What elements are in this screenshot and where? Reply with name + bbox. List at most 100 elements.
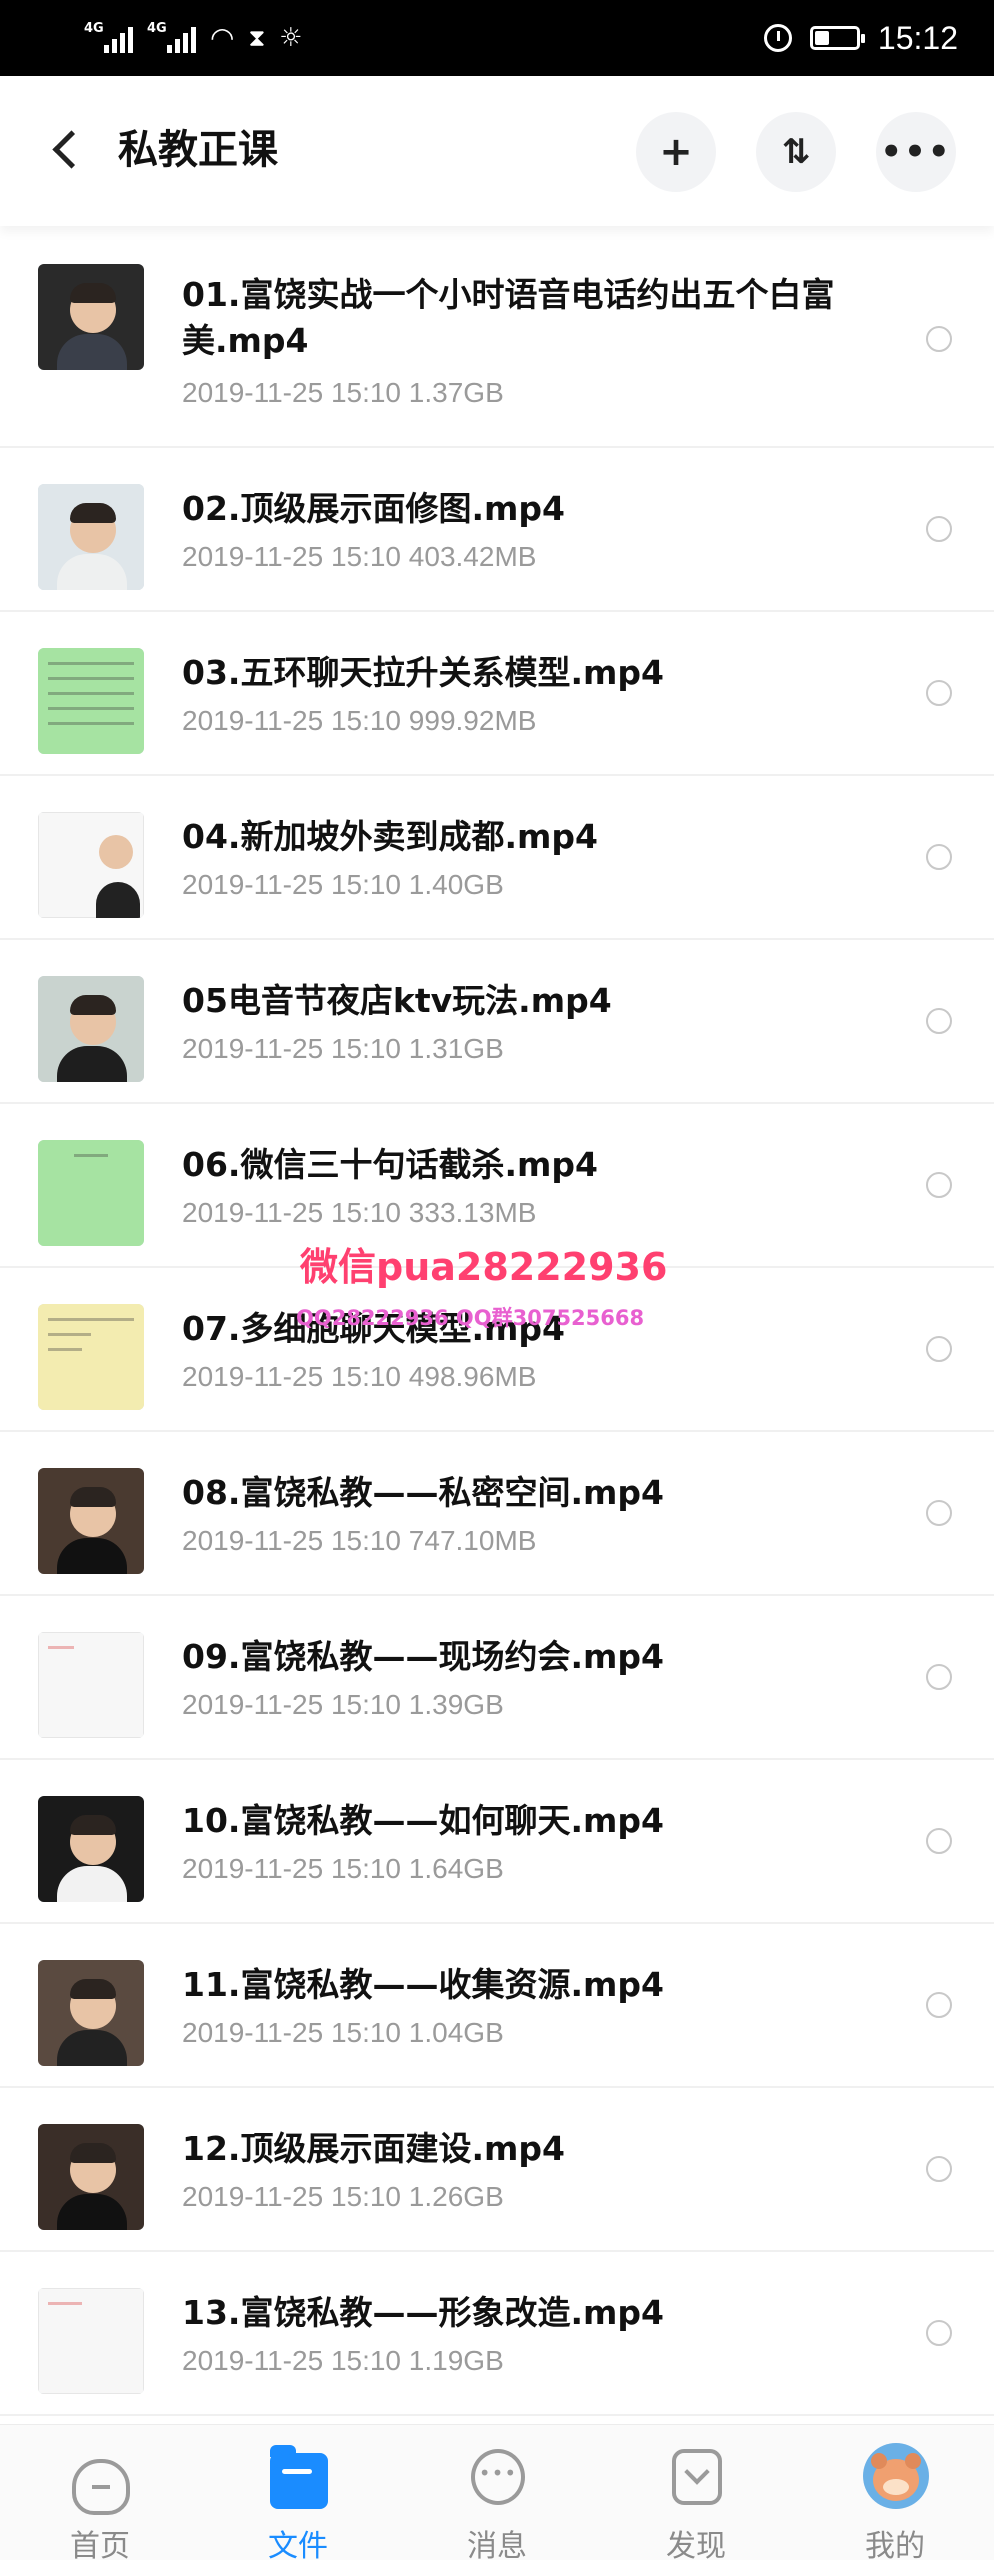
tab-profile[interactable]: 我的 [825, 2425, 965, 2560]
video-thumbnail [38, 1632, 144, 1738]
folder-icon [270, 2445, 328, 2509]
list-item[interactable]: 11.富饶私教——收集资源.mp4 2019-11-25 15:10 1.04G… [0, 1924, 994, 2088]
select-radio[interactable] [926, 2320, 952, 2346]
file-meta: 2019-11-25 15:10 1.64GB [182, 1853, 504, 1884]
video-thumbnail [38, 976, 144, 1082]
file-meta: 2019-11-25 15:10 1.39GB [182, 1689, 504, 1720]
signal-icon: 4G [147, 21, 196, 53]
file-meta: 2019-11-25 15:10 333.13MB [182, 1197, 537, 1228]
video-thumbnail [38, 812, 144, 918]
select-radio[interactable] [926, 1828, 952, 1854]
tab-label: 我的 [865, 2529, 925, 2560]
file-meta: 2019-11-25 15:10 498.96MB [182, 1361, 537, 1392]
page-title: 私教正课 [118, 127, 278, 173]
sort-icon: ⇅ [781, 132, 811, 172]
file-meta: 2019-11-25 15:10 1.37GB [182, 377, 504, 408]
list-item[interactable]: 01.富饶实战一个小时语音电话约出五个白富美.mp4 2019-11-25 15… [0, 230, 994, 448]
video-thumbnail [38, 1304, 144, 1410]
file-name: 08.富饶私教——私密空间.mp4 [182, 1473, 664, 1512]
list-item[interactable]: 13.富饶私教——形象改造.mp4 2019-11-25 15:10 1.19G… [0, 2252, 994, 2416]
list-item[interactable]: 08.富饶私教——私密空间.mp4 2019-11-25 15:10 747.1… [0, 1432, 994, 1596]
video-thumbnail [38, 484, 144, 590]
tab-label: 文件 [268, 2529, 328, 2560]
video-thumbnail [38, 2124, 144, 2230]
discover-icon [672, 2449, 722, 2505]
file-name: 06.微信三十句话截杀.mp4 [182, 1145, 598, 1184]
video-thumbnail [38, 1960, 144, 2066]
network-type-label: 4G [147, 21, 167, 36]
list-item[interactable]: 03.五环聊天拉升关系模型.mp4 2019-11-25 15:10 999.9… [0, 612, 994, 776]
tab-files[interactable]: 文件 [228, 2425, 368, 2560]
tab-home[interactable]: 首页 [30, 2425, 170, 2560]
chat-bubble-icon [471, 2449, 525, 2505]
select-radio[interactable] [926, 2156, 952, 2182]
clock: 15:12 [877, 19, 958, 56]
avatar-icon [863, 2443, 929, 2509]
battery-icon [809, 26, 865, 50]
status-left: 4G 4G ◠ ⧗ ☼ [84, 18, 303, 58]
file-name: 04.新加坡外卖到成都.mp4 [182, 817, 598, 856]
video-thumbnail [38, 1796, 144, 1902]
select-radio[interactable] [926, 1172, 952, 1198]
select-radio[interactable] [926, 1992, 952, 2018]
file-name: 11.富饶私教——收集资源.mp4 [182, 1965, 664, 2004]
network-type-label: 4G [84, 21, 104, 36]
list-item[interactable]: 09.富饶私教——现场约会.mp4 2019-11-25 15:10 1.39G… [0, 1596, 994, 1760]
file-name: 09.富饶私教——现场约会.mp4 [182, 1637, 664, 1676]
select-radio[interactable] [926, 1008, 952, 1034]
tab-messages[interactable]: 消息 [427, 2425, 567, 2560]
back-icon[interactable] [40, 120, 100, 180]
file-name: 13.富饶私教——形象改造.mp4 [182, 2293, 664, 2332]
cloud-icon [72, 2459, 130, 2515]
status-right: 15:12 [763, 14, 958, 62]
watermark-text: QQ28222936 QQ群307525668 [296, 1306, 645, 1330]
file-name: 05电音节夜店ktv玩法.mp4 [182, 981, 612, 1020]
list-item[interactable]: 04.新加坡外卖到成都.mp4 2019-11-25 15:10 1.40GB [0, 776, 994, 940]
file-meta: 2019-11-25 15:10 1.31GB [182, 1033, 504, 1064]
tab-label: 发现 [666, 2529, 726, 2560]
video-thumbnail [38, 648, 144, 754]
plus-icon: + [659, 129, 693, 175]
more-button[interactable]: ••• [876, 112, 956, 192]
signal-icon: 4G [84, 21, 133, 53]
bottom-nav: 首页 文件 消息 发现 我的 [0, 2424, 994, 2560]
status-bar: 4G 4G ◠ ⧗ ☼ 15:12 [0, 0, 994, 76]
video-thumbnail [38, 1140, 144, 1246]
watermark-text: 微信pua28222936 [300, 1245, 668, 1289]
video-thumbnail [38, 264, 144, 370]
file-meta: 2019-11-25 15:10 999.92MB [182, 705, 537, 736]
file-name: 03.五环聊天拉升关系模型.mp4 [182, 653, 664, 692]
file-meta: 2019-11-25 15:10 403.42MB [182, 541, 537, 572]
video-thumbnail [38, 1468, 144, 1574]
select-radio[interactable] [926, 844, 952, 870]
select-radio[interactable] [926, 1500, 952, 1526]
select-radio[interactable] [926, 516, 952, 542]
sort-button[interactable]: ⇅ [756, 112, 836, 192]
list-item[interactable]: 05电音节夜店ktv玩法.mp4 2019-11-25 15:10 1.31GB [0, 940, 994, 1104]
file-meta: 2019-11-25 15:10 1.40GB [182, 869, 504, 900]
file-meta: 2019-11-25 15:10 747.10MB [182, 1525, 537, 1556]
app-header: 私教正课 + ⇅ ••• [0, 76, 994, 226]
wifi-icon: ◠ [210, 21, 235, 54]
list-item[interactable]: 12.顶级展示面建设.mp4 2019-11-25 15:10 1.26GB [0, 2088, 994, 2252]
file-meta: 2019-11-25 15:10 1.04GB [182, 2017, 504, 2048]
more-icon: ••• [880, 132, 952, 172]
list-item[interactable]: 10.富饶私教——如何聊天.mp4 2019-11-25 15:10 1.64G… [0, 1760, 994, 1924]
add-button[interactable]: + [636, 112, 716, 192]
file-name: 02.顶级展示面修图.mp4 [182, 489, 565, 528]
select-radio[interactable] [926, 680, 952, 706]
list-item[interactable]: 02.顶级展示面修图.mp4 2019-11-25 15:10 403.42MB [0, 448, 994, 612]
file-meta: 2019-11-25 15:10 1.26GB [182, 2181, 504, 2212]
file-name: 10.富饶私教——如何聊天.mp4 [182, 1801, 664, 1840]
select-radio[interactable] [926, 326, 952, 352]
select-radio[interactable] [926, 1664, 952, 1690]
select-radio[interactable] [926, 1336, 952, 1362]
brightness-icon: ☼ [279, 23, 303, 53]
video-thumbnail [38, 2288, 144, 2394]
tab-discover[interactable]: 发现 [626, 2425, 766, 2560]
list-item[interactable]: 07.多细胞聊天模型.mp4 2019-11-25 15:10 498.96MB [0, 1268, 994, 1432]
hourglass-icon: ⧗ [248, 24, 266, 52]
file-name: 01.富饶实战一个小时语音电话约出五个白富美.mp4 [182, 275, 835, 360]
tab-label: 消息 [467, 2529, 527, 2560]
file-meta: 2019-11-25 15:10 1.19GB [182, 2345, 504, 2376]
